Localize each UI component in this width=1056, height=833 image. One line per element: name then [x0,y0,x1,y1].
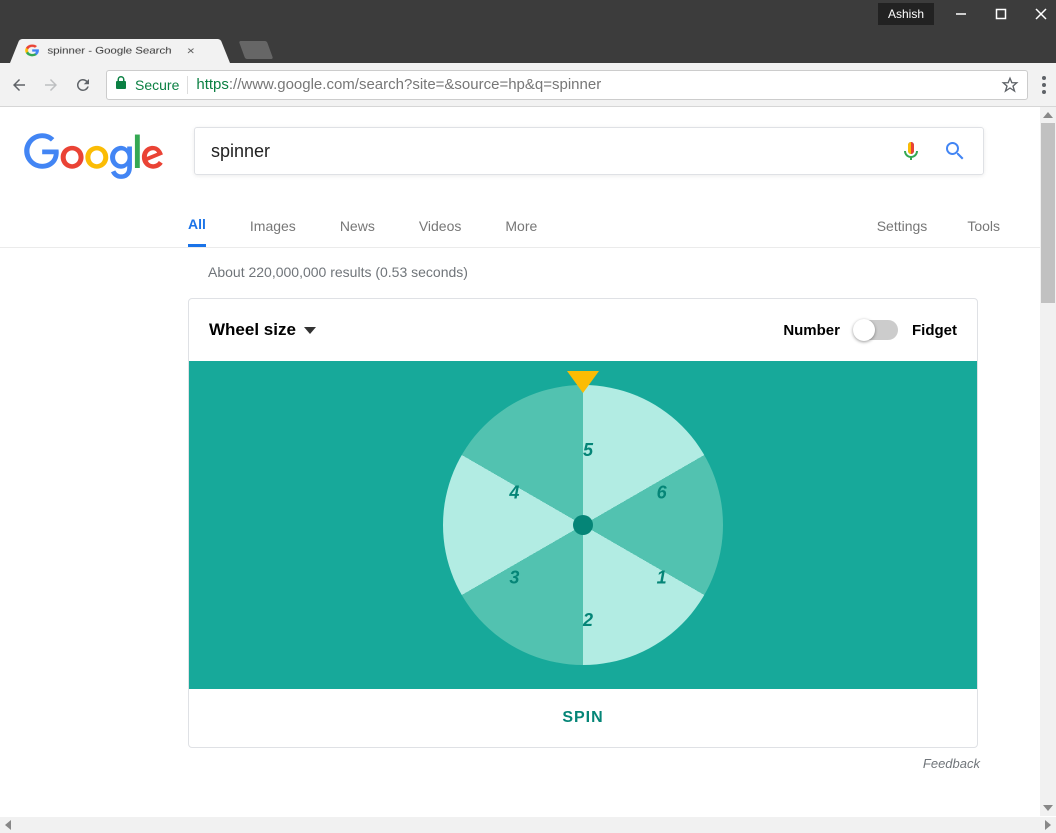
spinner-card: Wheel size Number Fidget 1 2 3 4 5 6 SPI… [188,298,978,748]
secure-label: Secure [135,77,179,93]
tab-news[interactable]: News [340,204,375,247]
scroll-thumb[interactable] [1041,123,1055,303]
lock-icon [115,76,127,93]
caret-down-icon [304,327,316,334]
wheel-segment-4: 4 [509,483,519,504]
forward-button[interactable] [42,76,60,94]
scroll-up-icon[interactable] [1040,107,1056,123]
voice-search-icon[interactable] [899,139,923,163]
search-input[interactable] [211,141,899,162]
back-button[interactable] [10,76,28,94]
result-stats: About 220,000,000 results (0.53 seconds) [0,248,1040,298]
nav-tools[interactable]: Tools [967,218,1000,234]
pointer-icon [567,371,599,393]
maximize-button[interactable] [994,7,1008,21]
bookmark-star-icon[interactable] [1001,76,1019,94]
feedback-link[interactable]: Feedback [0,756,980,771]
scroll-right-icon[interactable] [1040,817,1056,833]
number-mode-label: Number [783,322,840,339]
wheel-size-label: Wheel size [209,320,296,340]
tab-close-icon[interactable]: × [186,44,195,57]
wheel-segment-3: 3 [509,568,519,589]
scroll-down-icon[interactable] [1040,800,1056,816]
separator [187,76,188,94]
address-bar[interactable]: Secure https://www.google.com/search?sit… [106,70,1028,100]
wheel-segment-2: 2 [583,610,593,631]
browser-menu-button[interactable] [1042,76,1046,94]
wheel-size-dropdown[interactable]: Wheel size [209,320,316,340]
reload-button[interactable] [74,76,92,94]
spin-area: 1 2 3 4 5 6 [189,361,977,689]
google-favicon-icon [25,44,40,57]
tab-title: spinner - Google Search [47,45,172,56]
window-titlebar: Ashish [0,0,1056,28]
tab-more[interactable]: More [505,204,537,247]
tab-videos[interactable]: Videos [419,204,462,247]
wheel-segment-6: 6 [657,483,667,504]
fidget-mode-label: Fidget [912,322,957,339]
scroll-left-icon[interactable] [0,817,16,833]
wheel-hub [573,515,593,535]
url-text: https://www.google.com/search?site=&sour… [196,76,601,93]
google-logo[interactable] [24,133,164,180]
horizontal-scrollbar[interactable] [0,817,1056,833]
user-badge: Ashish [878,3,934,25]
wheel-segment-1: 1 [657,568,667,589]
search-icon[interactable] [943,139,967,163]
nav-settings[interactable]: Settings [877,218,928,234]
new-tab-button[interactable] [239,41,274,59]
search-box[interactable] [194,127,984,175]
minimize-button[interactable] [954,7,968,21]
vertical-scrollbar[interactable] [1040,107,1056,816]
tab-images[interactable]: Images [250,204,296,247]
spinner-wheel[interactable]: 1 2 3 4 5 6 [443,385,723,665]
close-button[interactable] [1034,7,1048,21]
tab-strip: spinner - Google Search × [0,28,1056,63]
browser-toolbar: Secure https://www.google.com/search?sit… [0,63,1056,107]
search-nav: All Images News Videos More Settings Too… [0,204,1040,248]
page-content: All Images News Videos More Settings Too… [0,107,1040,816]
wheel-segment-5: 5 [583,440,593,461]
tab-all[interactable]: All [188,204,206,247]
mode-toggle[interactable] [854,320,898,340]
browser-tab[interactable]: spinner - Google Search × [10,39,230,63]
spin-button[interactable]: SPIN [189,689,977,747]
